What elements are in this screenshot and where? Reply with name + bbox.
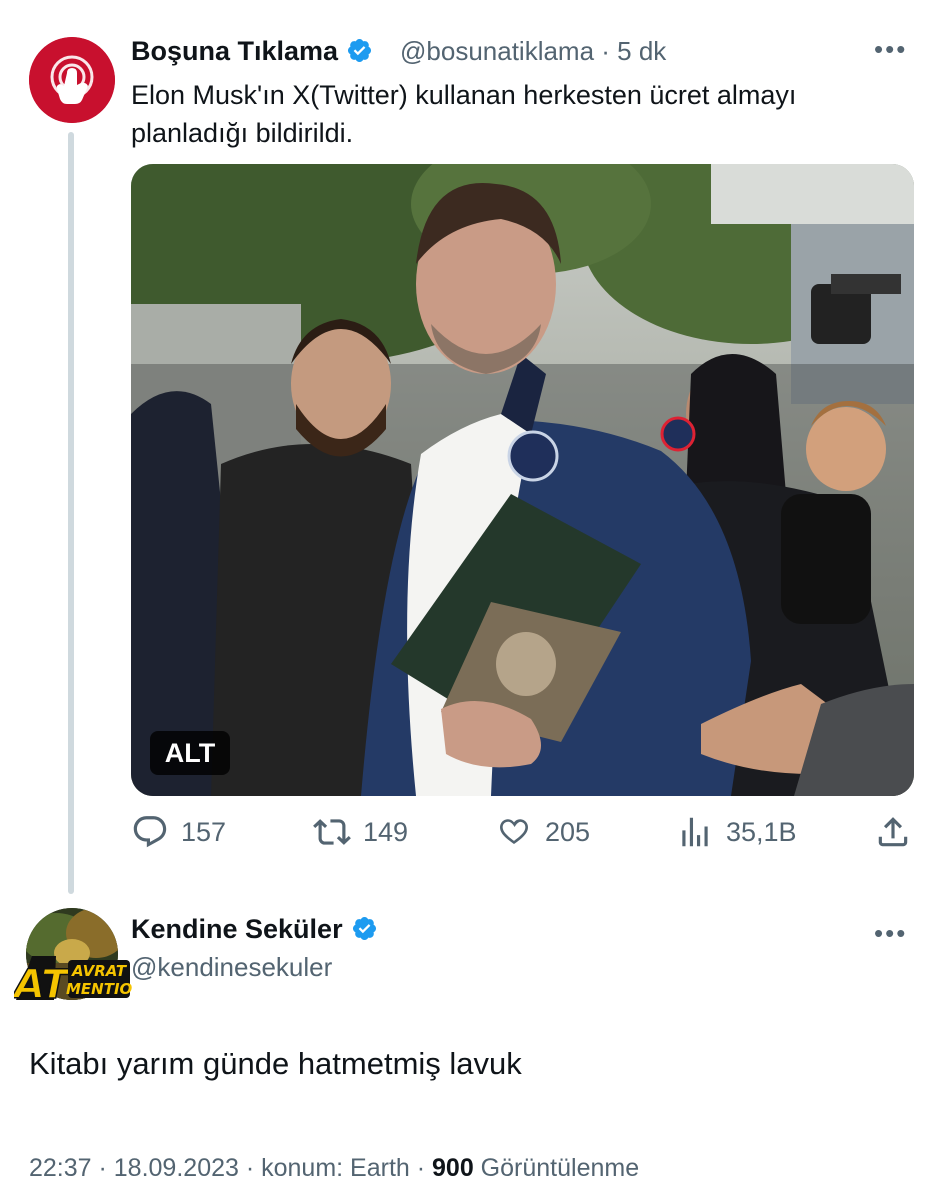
author-handle[interactable]: @kendinesekuler: [131, 952, 332, 983]
more-horizontal-icon[interactable]: •••: [874, 34, 907, 65]
at-avrat-mention-logo: AT AVRAT MENTION: [14, 956, 132, 1002]
svg-text:MENTION: MENTION: [66, 980, 132, 998]
timestamp-location[interactable]: 22:37 · 18.09.2023 · konum: Earth ·: [29, 1154, 432, 1182]
bar-chart-icon: [682, 817, 708, 847]
thread-connector-line: [68, 132, 74, 894]
view-count: 900: [432, 1154, 474, 1182]
alt-text-badge[interactable]: ALT: [150, 731, 230, 775]
like-button[interactable]: 205: [495, 813, 590, 851]
views-button[interactable]: 35,1B: [676, 813, 797, 851]
verified-badge-icon: [352, 916, 376, 941]
retweet-button[interactable]: 149: [313, 813, 408, 851]
tap-hand-icon: [29, 37, 115, 123]
photo-illustration: [131, 164, 914, 796]
like-count: 205: [545, 816, 591, 847]
share-icon: [878, 817, 908, 847]
author-name-text[interactable]: Boşuna Tıklama: [131, 36, 338, 66]
tweet-meta: 22:37 · 18.09.2023 · konum: Earth · 900 …: [29, 1154, 639, 1183]
verified-badge-icon: [348, 38, 372, 63]
share-button[interactable]: [874, 813, 924, 851]
svg-text:AVRAT: AVRAT: [71, 962, 128, 980]
reply-button[interactable]: 157: [131, 813, 226, 851]
reply-count: 157: [181, 816, 227, 847]
author-handle-and-time[interactable]: @bosunatiklama · 5 dk: [400, 36, 666, 67]
author-name-text[interactable]: Kendine Seküler: [131, 914, 343, 944]
more-horizontal-icon[interactable]: •••: [874, 918, 907, 949]
retweet-icon: [313, 819, 351, 845]
avatar[interactable]: [29, 37, 115, 123]
svg-text:AT: AT: [14, 962, 71, 1002]
views-label: Görüntülenme: [473, 1154, 640, 1182]
author-name[interactable]: Boşuna Tıklama: [131, 36, 373, 67]
author-name[interactable]: Kendine Seküler: [131, 914, 378, 945]
heart-icon: [500, 819, 528, 844]
tweet-text: Elon Musk'ın X(Twitter) kullanan herkest…: [131, 80, 797, 148]
retweet-count: 149: [363, 816, 409, 847]
tweet-photo[interactable]: [131, 164, 914, 796]
view-count: 35,1B: [726, 816, 797, 847]
reply-icon: [133, 816, 167, 848]
tweet-text: Kitabı yarım günde hatmetmiş lavuk: [29, 1046, 522, 1081]
